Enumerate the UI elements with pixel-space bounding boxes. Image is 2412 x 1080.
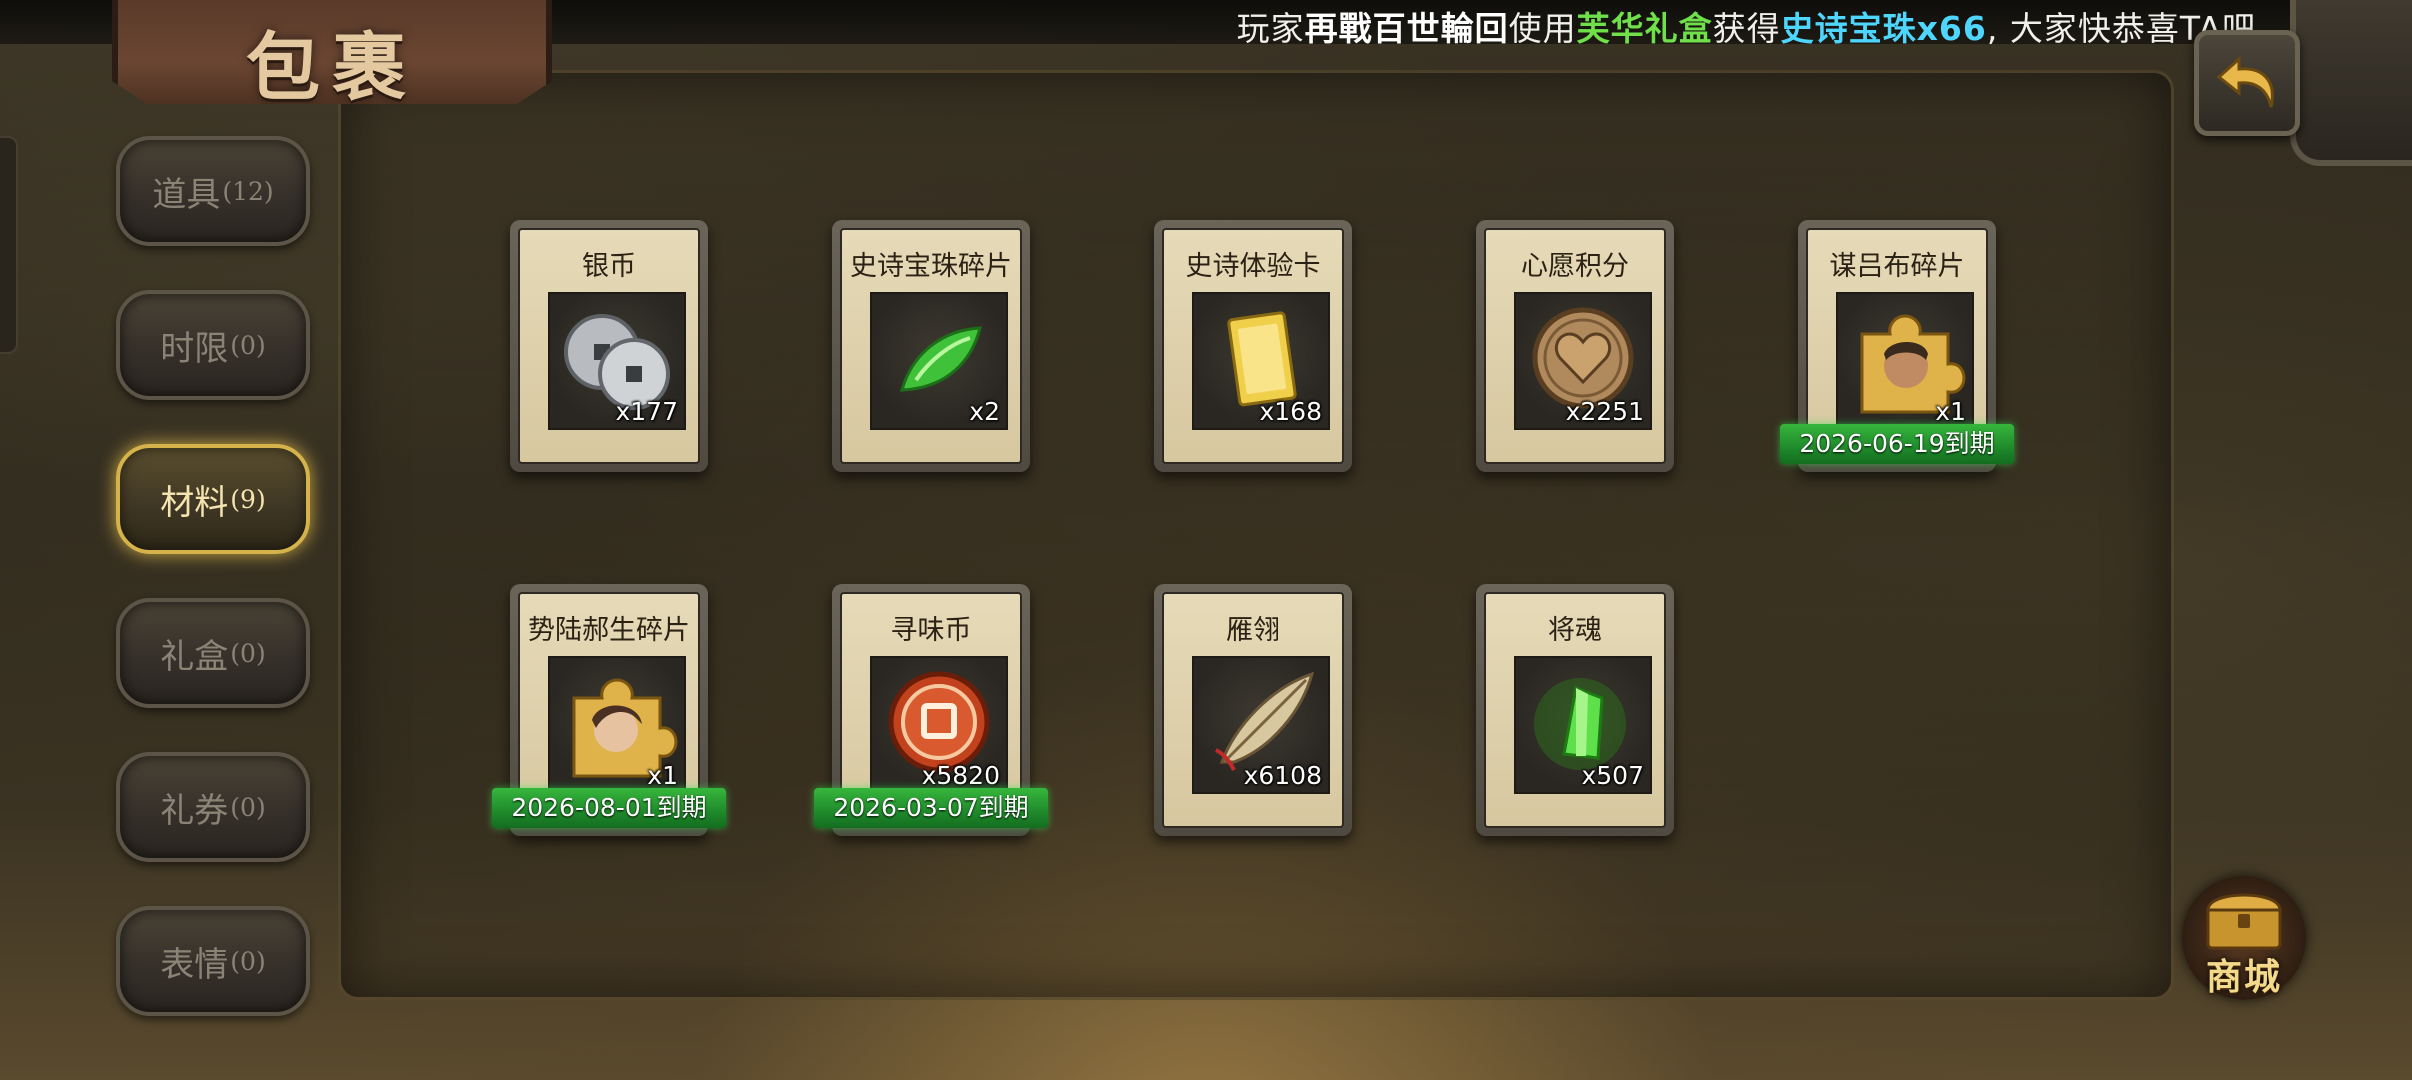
item-card-epic-trial-card[interactable]: 史诗体验卡 x168 (1154, 220, 1352, 472)
tab-emotes[interactable]: 表情 (0) (116, 906, 310, 1016)
back-button[interactable] (2194, 30, 2300, 136)
broadcast-obtained: 获得 (1712, 9, 1781, 48)
item-name: 将魂 (1548, 615, 1602, 646)
tab-label: 礼盒 (0) (160, 636, 266, 677)
item-name: 心愿积分 (1521, 251, 1629, 282)
item-card-general-soul[interactable]: 将魂 x507 (1476, 584, 1674, 836)
card-face: 将魂 x507 (1484, 592, 1666, 828)
treasure-chest-icon (2206, 893, 2282, 950)
broadcast-prefix: 玩家 (1236, 9, 1305, 48)
item-card-lubu-shard[interactable]: 谋吕布碎片 x1 2026-06-19到期 (1780, 220, 2014, 472)
shop-button[interactable]: 商城 (2182, 876, 2306, 1000)
puzzle-piece-icon: x1 (548, 656, 686, 794)
broadcast-gift-box: 芙华礼盒 (1576, 9, 1713, 48)
item-quantity: x177 (615, 397, 678, 426)
tab-label: 道具 (12) (152, 174, 274, 215)
expiry-badge: 2026-03-07到期 (814, 788, 1048, 828)
expiry-badge: 2026-06-19到期 (1780, 424, 2014, 464)
item-name: 势陆郝生碎片 (528, 615, 690, 646)
side-drawer-handle[interactable] (0, 136, 18, 354)
item-card-epic-gem-shard[interactable]: 史诗宝珠碎片 x2 (832, 220, 1030, 472)
green-gem-shard-icon: x2 (870, 292, 1008, 430)
item-card-wish-points[interactable]: 心愿积分 x2251 (1476, 220, 1674, 472)
puzzle-piece-icon: x1 (1836, 292, 1974, 430)
card-face: 史诗体验卡 x168 (1162, 228, 1344, 464)
tab-items[interactable]: 道具 (12) (116, 136, 310, 246)
item-quantity: x5820 (921, 761, 1000, 790)
corner-ornament (2290, 0, 2412, 166)
item-quantity: x6108 (1243, 761, 1322, 790)
green-crystal-icon: x507 (1514, 656, 1652, 794)
card-face: 史诗宝珠碎片 x2 (840, 228, 1022, 464)
page-title: 包裹 (246, 25, 418, 111)
tab-time-limited[interactable]: 时限 (0) (116, 290, 310, 400)
item-quantity: x168 (1259, 397, 1322, 426)
gold-card-icon: x168 (1192, 292, 1330, 430)
item-card-flavor-coin[interactable]: 寻味币 x5820 2026-03-07到期 (814, 584, 1048, 836)
item-name: 雁翎 (1226, 615, 1280, 646)
title-banner: 包裹 (112, 0, 552, 104)
tab-gift-boxes[interactable]: 礼盒 (0) (116, 598, 310, 708)
back-arrow-icon (2216, 55, 2274, 108)
shop-label: 商城 (2205, 956, 2282, 998)
inventory-panel (338, 70, 2174, 1000)
card-face: 银币 x177 (518, 228, 700, 464)
item-name: 谋吕布碎片 (1829, 251, 1965, 282)
item-card-shilu-shard[interactable]: 势陆郝生碎片 x1 2026-08-01到期 (492, 584, 726, 836)
broadcast-mid: 使用 (1508, 9, 1577, 48)
item-name: 史诗体验卡 (1185, 251, 1321, 282)
item-card-silver-coin[interactable]: 银币 x177 (510, 220, 708, 472)
item-quantity: x2 (969, 397, 1000, 426)
card-face: 心愿积分 x2251 (1484, 228, 1666, 464)
item-name: 银币 (582, 251, 636, 282)
item-card-goose-feather[interactable]: 雁翎 x6108 (1154, 584, 1352, 836)
silver-coin-icon: x177 (548, 292, 686, 430)
tab-vouchers[interactable]: 礼券 (0) (116, 752, 310, 862)
item-name: 史诗宝珠碎片 (850, 251, 1012, 282)
item-name: 寻味币 (890, 615, 972, 646)
tab-label: 时限 (0) (160, 328, 266, 369)
card-face: 雁翎 x6108 (1162, 592, 1344, 828)
tab-label: 材料 (9) (160, 482, 266, 523)
red-flavor-coin-icon: x5820 (870, 656, 1008, 794)
bag-screen: 玩家再戰百世輪回使用芙华礼盒获得史诗宝珠x66, 大家快恭喜TA吧 包裹 道具(… (0, 0, 2412, 1080)
broadcast-player-name: 再戰百世輪回 (1304, 9, 1509, 48)
heart-coin-icon: x2251 (1514, 292, 1652, 430)
item-quantity: x1 (1935, 397, 1966, 426)
tab-label: 表情 (0) (160, 944, 266, 985)
broadcast-message: 玩家再戰百世輪回使用芙华礼盒获得史诗宝珠x66, 大家快恭喜TA吧 (1237, 2, 2256, 50)
item-quantity: x507 (1581, 761, 1644, 790)
expiry-badge: 2026-08-01到期 (492, 788, 726, 828)
feather-icon: x6108 (1192, 656, 1330, 794)
item-quantity: x2251 (1565, 397, 1644, 426)
tab-label: 礼券 (0) (160, 790, 266, 831)
broadcast-reward: 史诗宝珠x66 (1780, 9, 1987, 48)
tab-materials[interactable]: 材料 (9) (116, 444, 310, 554)
item-quantity: x1 (647, 761, 678, 790)
